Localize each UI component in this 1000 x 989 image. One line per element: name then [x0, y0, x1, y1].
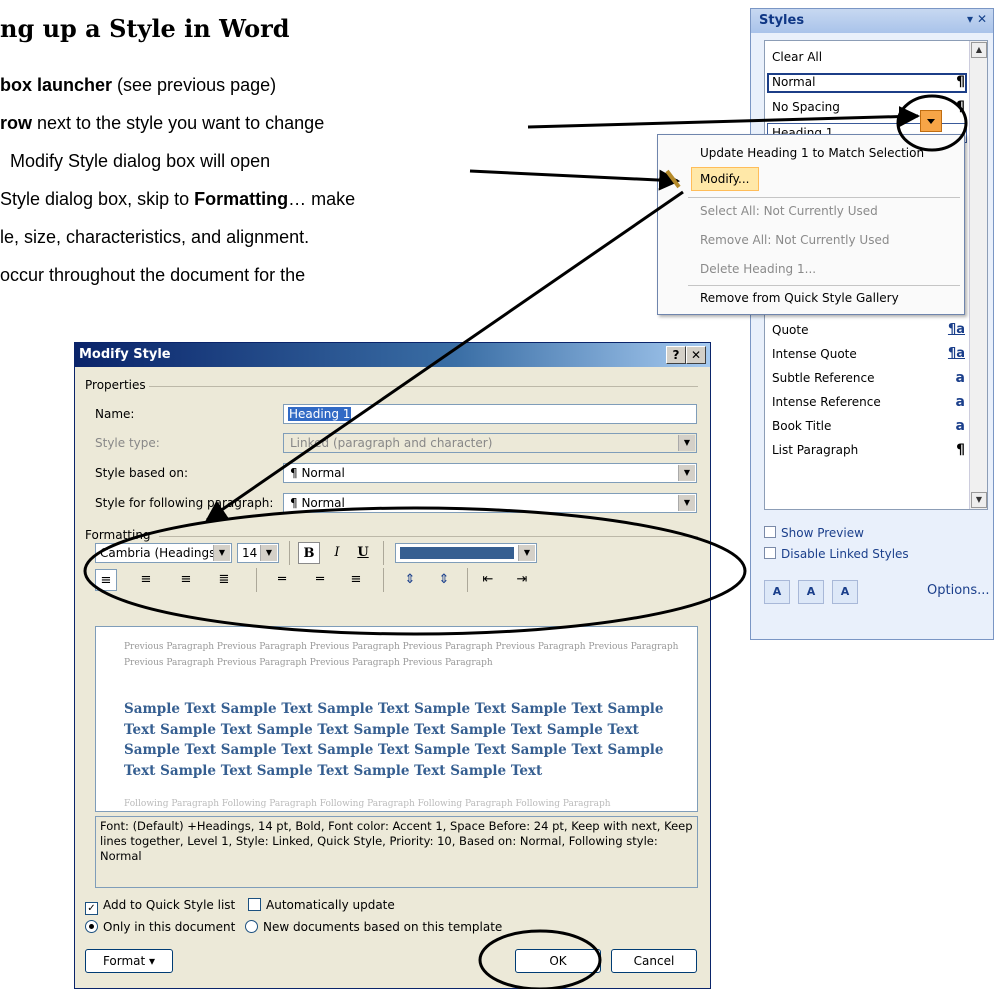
circle-dropdown-annotation [896, 94, 968, 152]
arrow-to-formatting [205, 190, 684, 522]
circle-formatting-annotation [83, 506, 747, 636]
arrow-to-modify [469, 169, 681, 191]
annotation-overlay [83, 94, 968, 989]
circle-ok-annotation [478, 929, 602, 989]
pencil-icon [665, 169, 681, 189]
arrow-to-dropdown [527, 106, 921, 129]
